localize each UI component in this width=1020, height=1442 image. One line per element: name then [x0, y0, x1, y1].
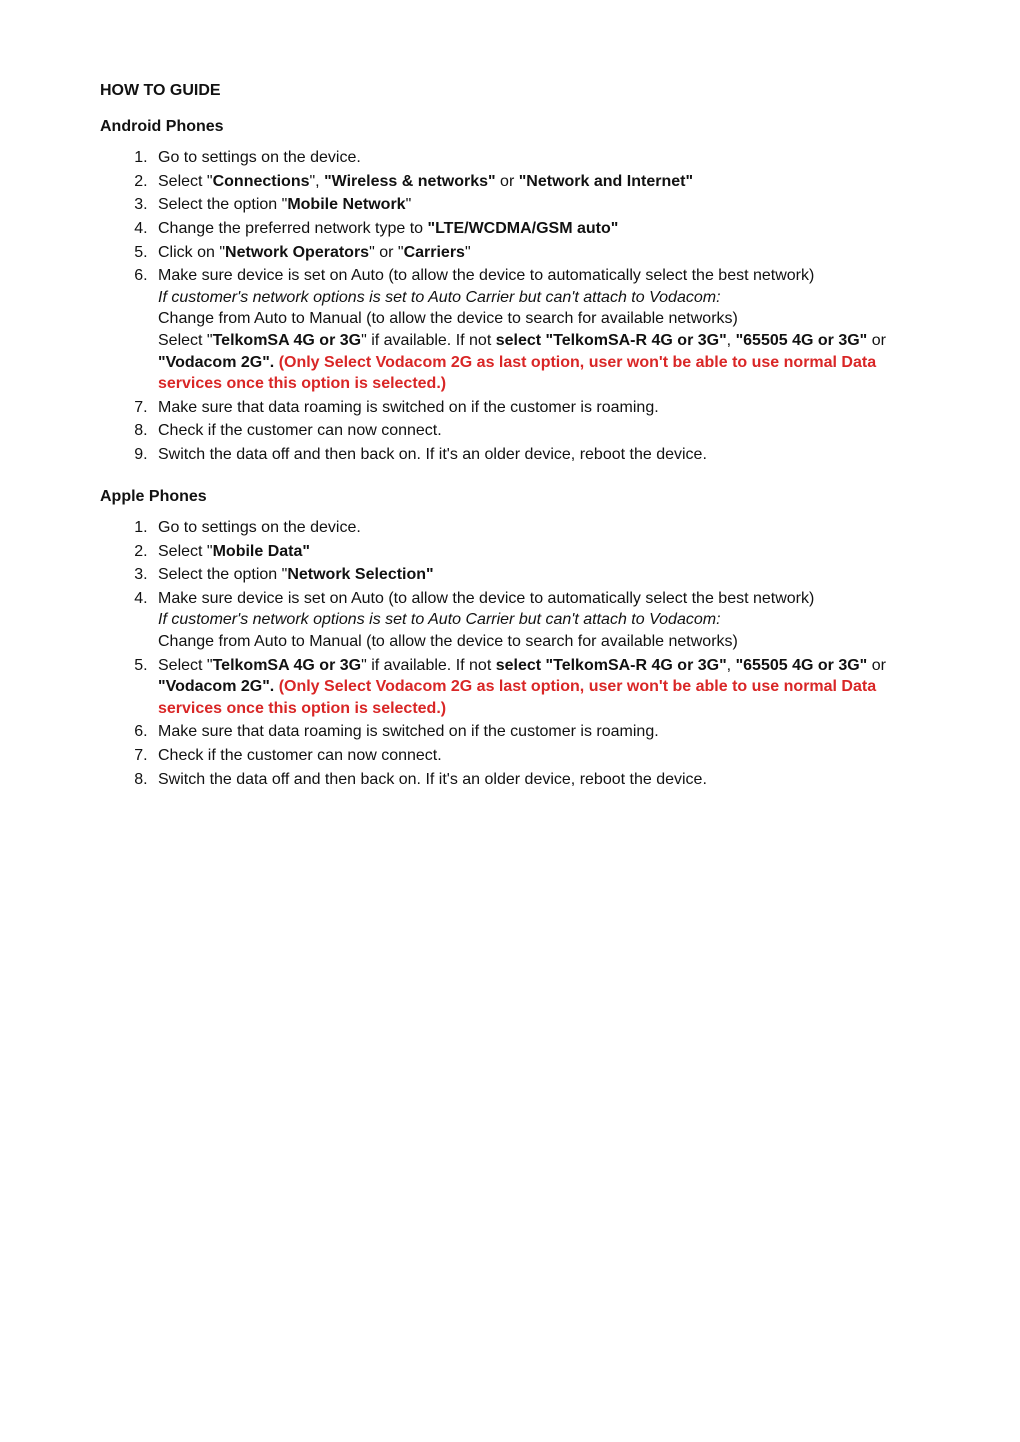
text-run: Make sure device is set on Auto (to allo… — [158, 590, 814, 607]
document-page: HOW TO GUIDE Android Phones Go to setting… — [0, 0, 1020, 1442]
text-run: select "TelkomSA-R 4G or 3G" — [496, 332, 727, 349]
list-item: Select the option "Mobile Network" — [152, 194, 920, 216]
list-item: Go to settings on the device. — [152, 517, 920, 539]
text-run: or — [867, 657, 886, 674]
text-run: select "TelkomSA-R 4G or 3G" — [496, 657, 727, 674]
text-run: Click on " — [158, 244, 225, 261]
steps-list: Go to settings on the device.Select "Mob… — [100, 517, 920, 790]
list-item: Select "TelkomSA 4G or 3G" if available.… — [152, 655, 920, 720]
text-run: " — [406, 196, 412, 213]
list-item: Click on "Network Operators" or "Carrier… — [152, 242, 920, 264]
text-run: Switch the data off and then back on. If… — [158, 446, 707, 463]
text-run: Select " — [158, 543, 213, 560]
text-run: Mobile Data" — [213, 543, 310, 560]
text-run: Go to settings on the device. — [158, 519, 361, 536]
text-run: Check if the customer can now connect. — [158, 747, 442, 764]
text-run: "Network and Internet" — [519, 173, 693, 190]
text-run: Select the option " — [158, 566, 287, 583]
text-run: "65505 4G or 3G" — [736, 657, 868, 674]
list-item: Make sure that data roaming is switched … — [152, 397, 920, 419]
text-run: , — [727, 657, 736, 674]
list-item: Switch the data off and then back on. If… — [152, 769, 920, 791]
text-run: Change from Auto to Manual (to allow the… — [158, 633, 738, 650]
text-run: "Wireless & networks" — [324, 173, 496, 190]
text-run: ", — [309, 173, 324, 190]
text-run: Network Operators — [225, 244, 369, 261]
page-title: HOW TO GUIDE — [100, 80, 920, 102]
text-run: Select the option " — [158, 196, 287, 213]
text-run: Make sure device is set on Auto (to allo… — [158, 267, 814, 284]
section-heading: Apple Phones — [100, 486, 920, 508]
text-run: or — [867, 332, 886, 349]
text-run: Check if the customer can now connect. — [158, 422, 442, 439]
text-run: TelkomSA 4G or 3G — [213, 332, 361, 349]
sections-container: Android Phones Go to settings on the devi… — [100, 116, 920, 791]
text-run: If customer's network options is set to … — [158, 611, 721, 628]
list-item: Check if the customer can now connect. — [152, 420, 920, 442]
text-run: If customer's network options is set to … — [158, 289, 721, 306]
text-run: " — [465, 244, 471, 261]
text-run: "Vodacom 2G". — [158, 354, 279, 371]
text-run: Mobile Network — [287, 196, 405, 213]
text-run: or — [496, 173, 519, 190]
text-run: , — [727, 332, 736, 349]
list-item: Make sure device is set on Auto (to allo… — [152, 265, 920, 395]
list-item: Select the option "Network Selection" — [152, 564, 920, 586]
text-run: Make sure that data roaming is switched … — [158, 399, 659, 416]
list-item: Select "Connections", "Wireless & networ… — [152, 171, 920, 193]
text-run: "65505 4G or 3G" — [736, 332, 868, 349]
list-item: Make sure device is set on Auto (to allo… — [152, 588, 920, 653]
text-run: Select " — [158, 173, 213, 190]
text-run: Go to settings on the device. — [158, 149, 361, 166]
text-run: "LTE/WCDMA/GSM auto" — [428, 220, 619, 237]
text-run: " if available. If not — [361, 657, 496, 674]
section-heading: Android Phones — [100, 116, 920, 138]
list-item: Change the preferred network type to "LT… — [152, 218, 920, 240]
text-run: " or " — [369, 244, 403, 261]
text-run: Network Selection" — [287, 566, 433, 583]
list-item: Check if the customer can now connect. — [152, 745, 920, 767]
text-run: Connections — [213, 173, 310, 190]
text-run: Carriers — [404, 244, 465, 261]
text-run: Change the preferred network type to — [158, 220, 428, 237]
text-run: TelkomSA 4G or 3G — [213, 657, 361, 674]
list-item: Make sure that data roaming is switched … — [152, 721, 920, 743]
text-run: "Vodacom 2G". — [158, 678, 279, 695]
text-run: Select " — [158, 332, 213, 349]
text-run: Change from Auto to Manual (to allow the… — [158, 310, 738, 327]
text-run: " if available. If not — [361, 332, 496, 349]
text-run: Select " — [158, 657, 213, 674]
text-run: Make sure that data roaming is switched … — [158, 723, 659, 740]
list-item: Select "Mobile Data" — [152, 541, 920, 563]
list-item: Go to settings on the device. — [152, 147, 920, 169]
text-run: Switch the data off and then back on. If… — [158, 771, 707, 788]
list-item: Switch the data off and then back on. If… — [152, 444, 920, 466]
steps-list: Go to settings on the device.Select "Con… — [100, 147, 920, 465]
